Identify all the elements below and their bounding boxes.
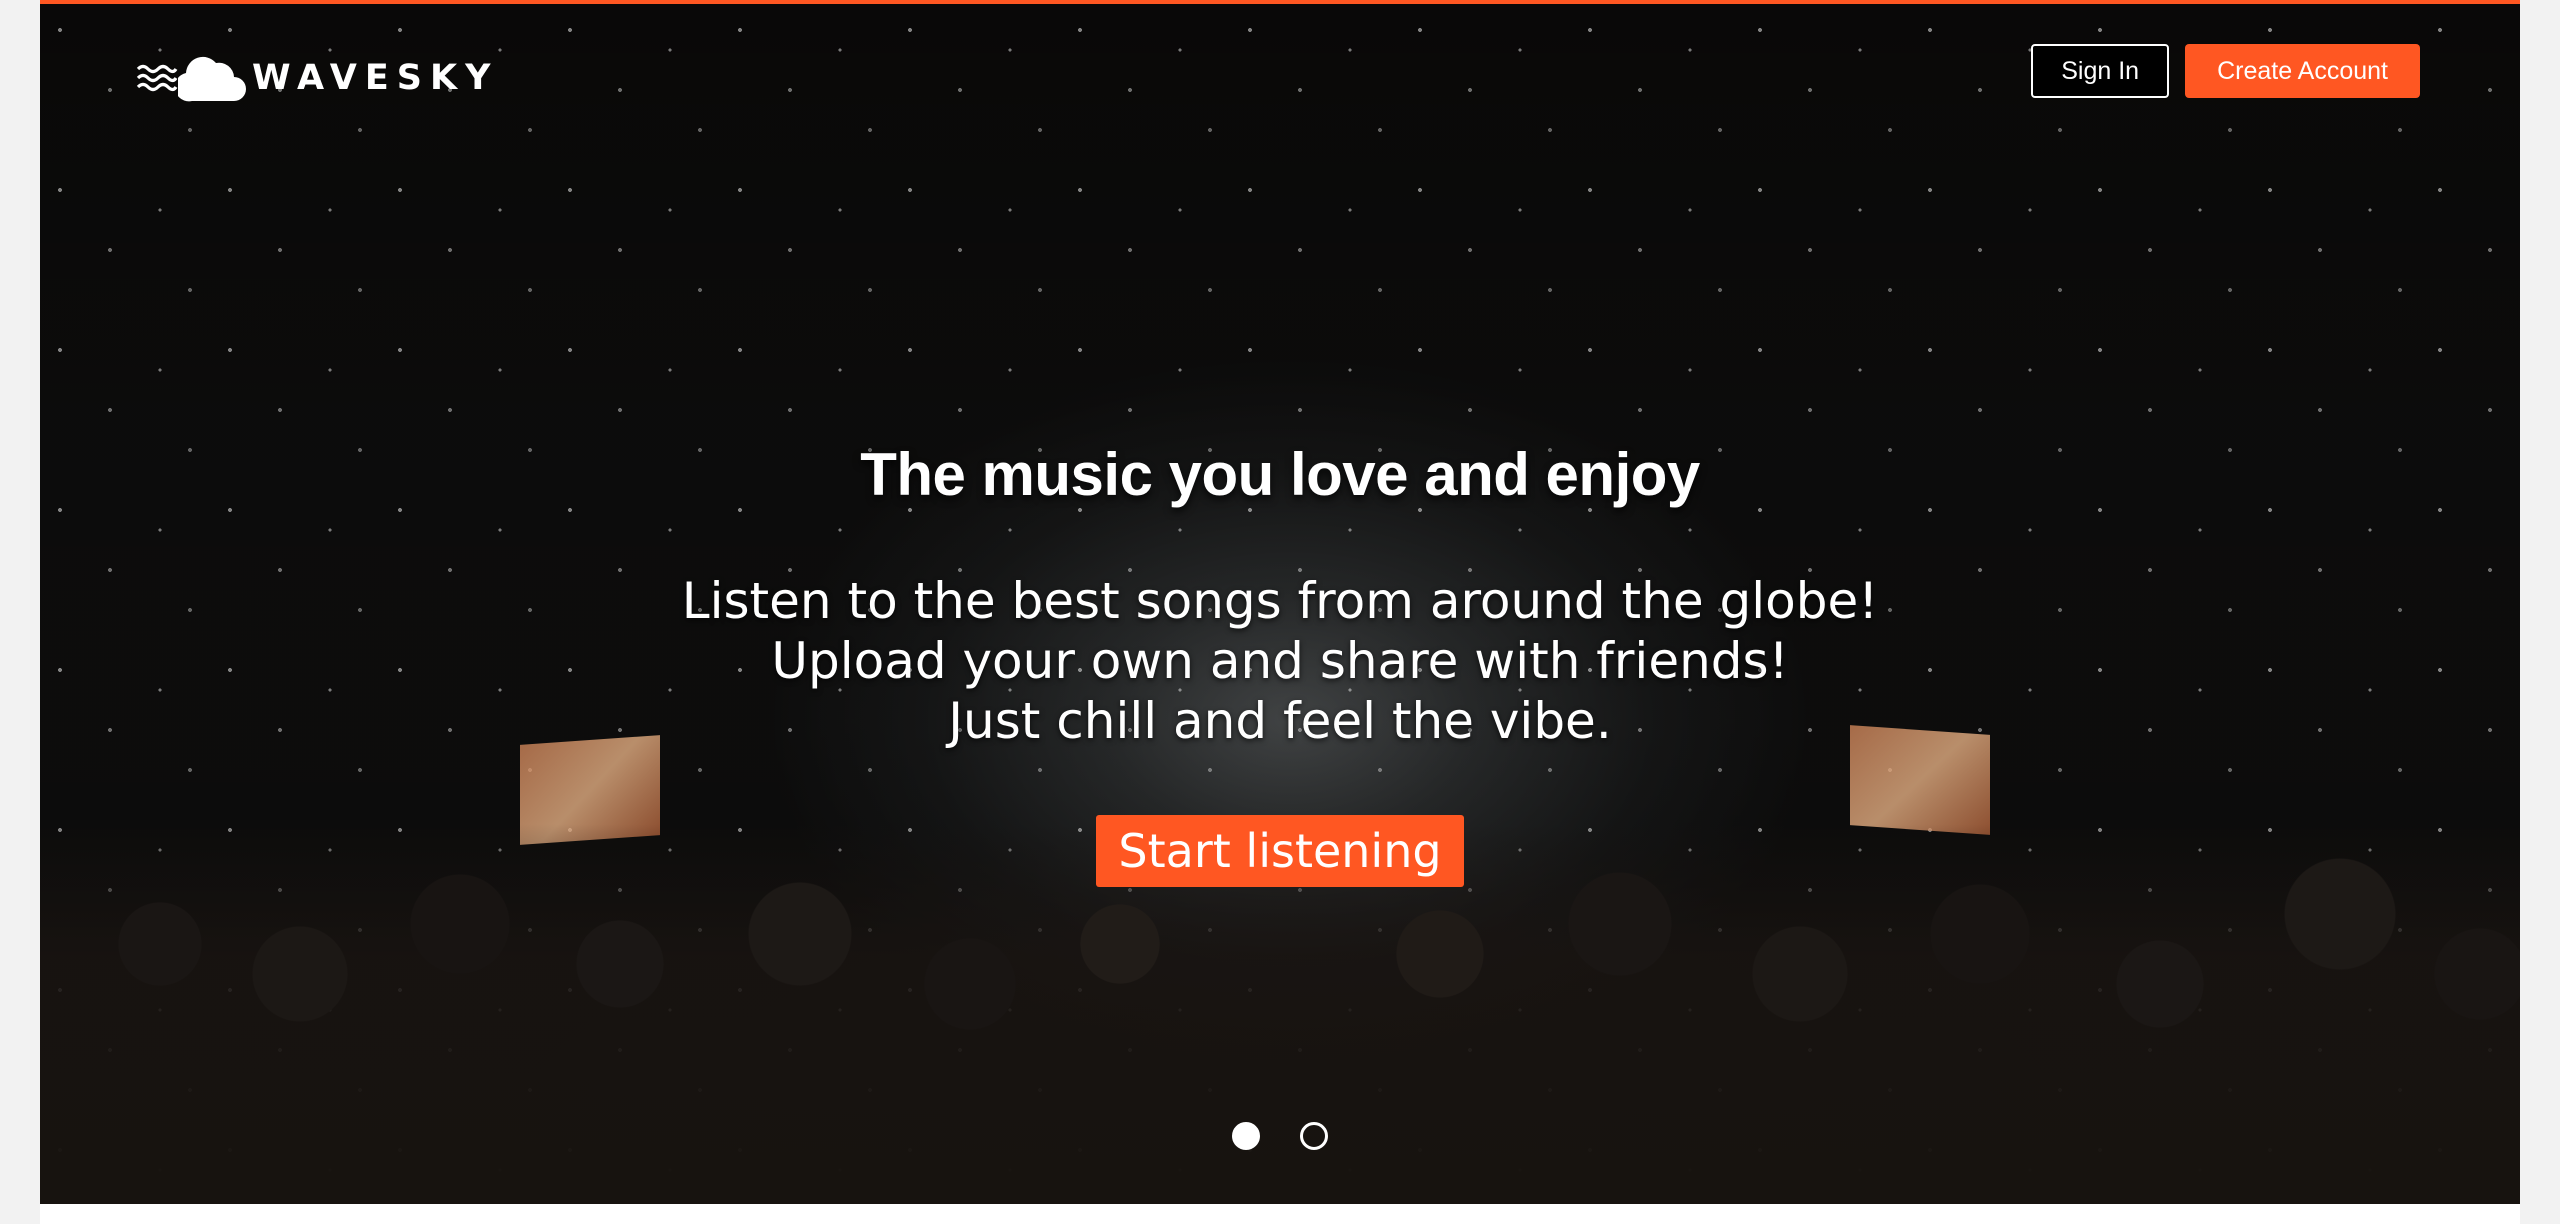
start-listening-button[interactable]: Start listening xyxy=(1096,815,1464,887)
sign-in-button[interactable]: Sign In xyxy=(2031,44,2170,98)
waves-icon xyxy=(136,61,178,95)
hero-section: WAVESKY Sign In Create Account The music… xyxy=(40,0,2520,1204)
logo-wordmark: WAVESKY xyxy=(252,58,499,98)
hero-title: The music you love and enjoy xyxy=(860,441,1700,508)
hero-line: Upload your own and share with friends! xyxy=(771,632,1789,690)
logo[interactable]: WAVESKY xyxy=(136,48,498,108)
nav-actions: Sign In Create Account xyxy=(2031,44,2420,98)
page: WAVESKY Sign In Create Account The music… xyxy=(40,0,2520,1224)
carousel-dot-1[interactable] xyxy=(1232,1122,1260,1150)
hero-description: Listen to the best songs from around the… xyxy=(40,571,2520,751)
hero-content: The music you love and enjoy Listen to t… xyxy=(40,440,2520,887)
cloud-icon xyxy=(178,53,246,103)
create-account-button[interactable]: Create Account xyxy=(2185,44,2420,98)
hero-line: Listen to the best songs from around the… xyxy=(681,572,1879,630)
carousel-dot-2[interactable] xyxy=(1300,1122,1328,1150)
navbar: WAVESKY Sign In Create Account xyxy=(40,4,2520,134)
carousel-indicators xyxy=(40,1122,2520,1150)
hero-line: Just chill and feel the vibe. xyxy=(948,692,1612,750)
